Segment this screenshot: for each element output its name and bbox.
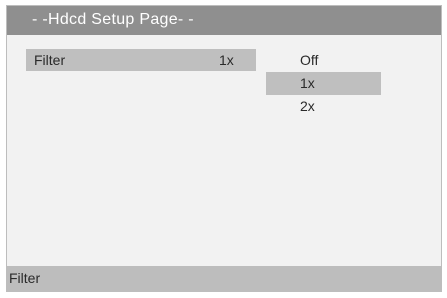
option-2x[interactable]: 2x — [266, 95, 381, 118]
setting-label: Filter — [34, 52, 66, 68]
setting-row-filter[interactable]: Filter 1x — [26, 49, 256, 71]
page-title: - -Hdcd Setup Page- - — [7, 6, 441, 35]
setting-value: 1x — [219, 52, 234, 68]
option-list: Off 1x 2x — [266, 49, 381, 118]
hdcd-setup-screen: - -Hdcd Setup Page- - Filter 1x Off 1x 2… — [6, 5, 442, 292]
status-bar: Filter — [7, 266, 441, 291]
option-1x[interactable]: 1x — [266, 72, 381, 95]
option-off[interactable]: Off — [266, 49, 381, 72]
